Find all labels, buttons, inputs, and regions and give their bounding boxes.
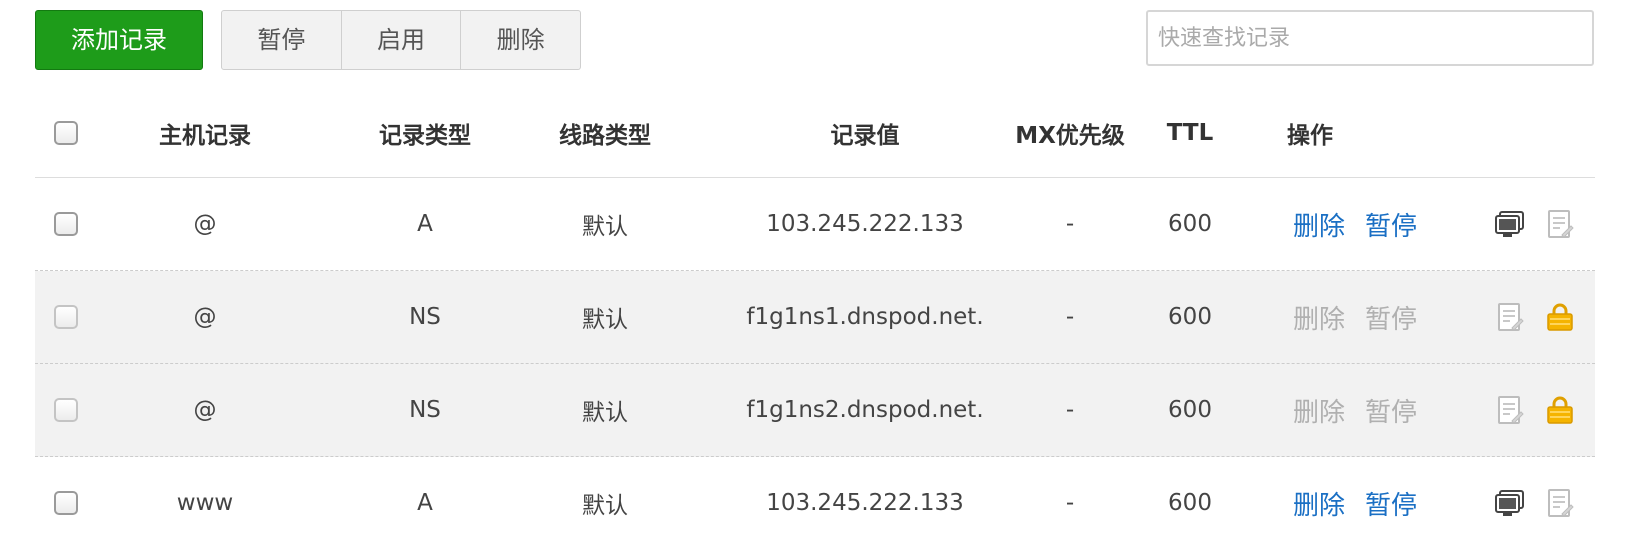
row-pause-link: 暂停 bbox=[1365, 304, 1418, 335]
row-delete-link[interactable]: 删除 bbox=[1293, 485, 1345, 522]
toolbar: 添加记录 暂停 启用 删除 bbox=[0, 0, 1628, 80]
lock-icon bbox=[1545, 303, 1575, 331]
mx-cell: - bbox=[1065, 397, 1075, 423]
row-icons bbox=[1475, 178, 1595, 270]
row-delete-link: 删除 bbox=[1292, 304, 1345, 335]
table-row: www A 默认 103.245.222.133 - 600 删除 暂停 bbox=[35, 457, 1595, 546]
value-cell: f1g1ns2.dnspod.net. bbox=[746, 397, 984, 423]
host-cell: www bbox=[176, 490, 234, 516]
lock-icon bbox=[1545, 396, 1575, 424]
host-cell: @ bbox=[193, 304, 217, 330]
op-cell: 删除 暂停 bbox=[1250, 457, 1460, 546]
row-icons bbox=[1475, 364, 1595, 456]
monitor-icon[interactable] bbox=[1495, 489, 1525, 517]
batch-action-group: 暂停 启用 删除 bbox=[221, 10, 581, 70]
header-mx: MX优先级 bbox=[1015, 122, 1125, 149]
mx-cell: - bbox=[1065, 211, 1075, 237]
op-cell: 删除 暂停 bbox=[1250, 364, 1460, 456]
host-cell: @ bbox=[193, 397, 217, 423]
ttl-cell: 600 bbox=[1168, 304, 1212, 330]
table-row: @ NS 默认 f1g1ns1.dnspod.net. - 600 删除 暂停 bbox=[35, 271, 1595, 364]
mx-cell: - bbox=[1065, 304, 1075, 330]
line-cell: 默认 bbox=[582, 493, 628, 519]
line-cell: 默认 bbox=[582, 400, 628, 426]
type-cell: NS bbox=[409, 397, 441, 423]
type-cell: NS bbox=[409, 304, 441, 330]
row-pause-link: 暂停 bbox=[1365, 397, 1418, 428]
row-select-cell bbox=[35, 457, 97, 546]
host-cell: @ bbox=[193, 211, 217, 237]
row-select-cell bbox=[35, 364, 97, 456]
header-type: 记录类型 bbox=[379, 122, 471, 149]
table-header: 主机记录 记录类型 线路类型 记录值 MX优先级 TTL 操作 bbox=[35, 88, 1595, 178]
note-icon[interactable] bbox=[1545, 210, 1575, 238]
select-all-cell bbox=[35, 88, 97, 177]
value-cell: f1g1ns1.dnspod.net. bbox=[746, 304, 984, 330]
row-icons bbox=[1475, 271, 1595, 363]
line-cell: 默认 bbox=[582, 214, 628, 240]
row-delete-link[interactable]: 删除 bbox=[1293, 206, 1345, 243]
row-pause-link[interactable]: 暂停 bbox=[1365, 485, 1417, 522]
delete-button[interactable]: 删除 bbox=[461, 11, 580, 69]
row-checkbox[interactable] bbox=[54, 212, 78, 236]
header-value: 记录值 bbox=[830, 122, 900, 149]
row-checkbox[interactable] bbox=[54, 491, 78, 515]
header-line: 线路类型 bbox=[559, 122, 651, 149]
op-cell: 删除 暂停 bbox=[1250, 178, 1460, 270]
value-cell: 103.245.222.133 bbox=[766, 211, 964, 237]
table-body: @ A 默认 103.245.222.133-600 删除 暂停 @ NS 默认 f1g1ns1.… bbox=[35, 178, 1595, 546]
ttl-cell: 600 bbox=[1168, 397, 1212, 423]
line-cell: 默认 bbox=[582, 307, 628, 333]
note-icon bbox=[1495, 396, 1525, 424]
select-all-checkbox[interactable] bbox=[54, 120, 78, 145]
row-checkbox[interactable] bbox=[54, 305, 78, 329]
row-pause-link[interactable]: 暂停 bbox=[1365, 206, 1417, 243]
row-icons bbox=[1475, 457, 1595, 546]
row-checkbox[interactable] bbox=[54, 398, 78, 422]
records-table: 主机记录 记录类型 线路类型 记录值 MX优先级 TTL 操作 @ A 默认 103.… bbox=[35, 88, 1595, 546]
op-cell: 删除 暂停 bbox=[1250, 271, 1460, 363]
type-cell: A bbox=[417, 490, 433, 516]
note-icon[interactable] bbox=[1545, 489, 1575, 517]
type-cell: A bbox=[417, 211, 433, 237]
table-row: @ NS 默认 f1g1ns2.dnspod.net. - 600 删除 暂停 bbox=[35, 364, 1595, 457]
header-op: 操作 bbox=[1287, 122, 1333, 149]
search-input[interactable] bbox=[1146, 10, 1594, 66]
row-select-cell bbox=[35, 178, 97, 270]
header-host: 主机记录 bbox=[159, 122, 251, 149]
ttl-cell: 600 bbox=[1168, 490, 1212, 516]
enable-button[interactable]: 启用 bbox=[342, 11, 462, 69]
row-delete-link: 删除 bbox=[1292, 397, 1345, 428]
pause-button[interactable]: 暂停 bbox=[222, 11, 342, 69]
table-row: @ A 默认 103.245.222.133 - 600 删除 暂停 bbox=[35, 178, 1595, 271]
header-ttl: TTL bbox=[1166, 119, 1214, 146]
add-record-button[interactable]: 添加记录 bbox=[35, 10, 203, 70]
row-select-cell bbox=[35, 271, 97, 363]
mx-cell: - bbox=[1065, 490, 1075, 516]
ttl-cell: 600 bbox=[1168, 211, 1212, 237]
monitor-icon[interactable] bbox=[1495, 210, 1525, 238]
value-cell: 103.245.222.133 bbox=[766, 490, 964, 516]
note-icon bbox=[1495, 303, 1525, 331]
